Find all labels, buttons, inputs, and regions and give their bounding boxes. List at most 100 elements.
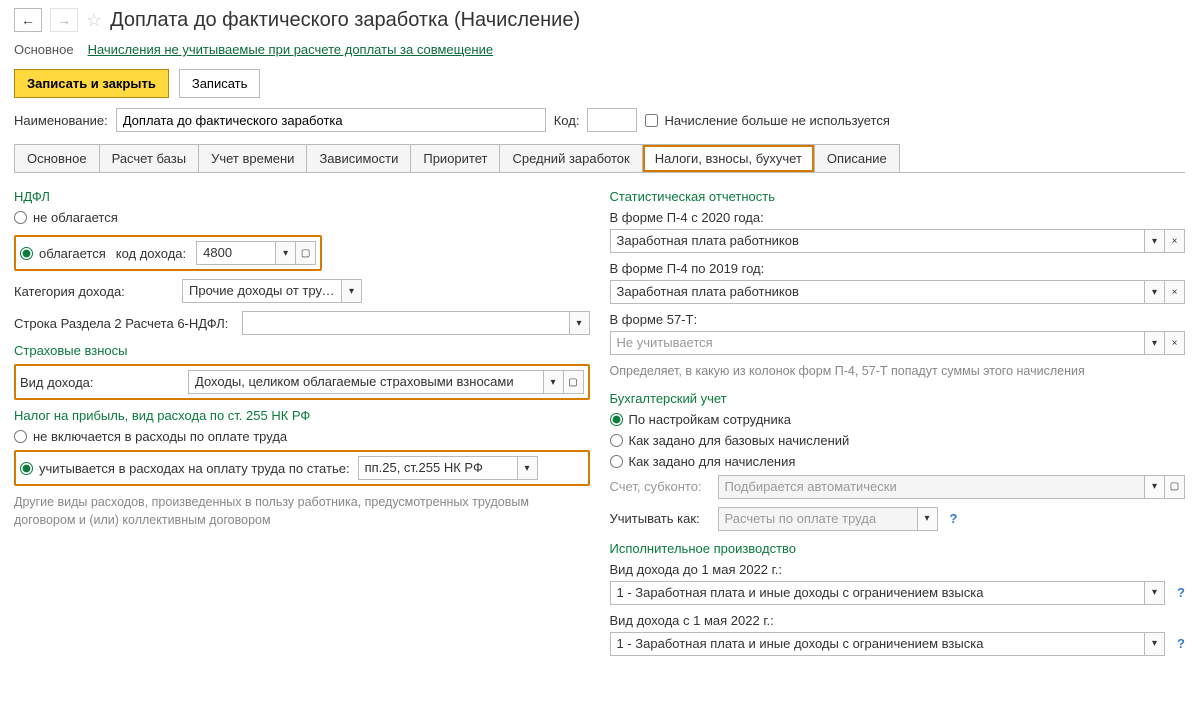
other-expense-note: Другие виды расходов, произведенных в по… [14, 494, 590, 529]
insurance-kind-label: Вид дохода: [20, 375, 180, 390]
tab-time[interactable]: Учет времени [198, 144, 307, 172]
help-icon[interactable]: ? [1177, 585, 1185, 600]
dropdown-icon: ▾ [1144, 476, 1164, 498]
save-button[interactable]: Записать [179, 69, 261, 98]
stat-title: Статистическая отчетность [610, 189, 1186, 204]
name-input[interactable] [116, 108, 546, 132]
toolbar-link[interactable]: Начисления не учитываемые при расчете до… [88, 42, 494, 57]
p4-2019-value: Заработная плата работников [611, 281, 1145, 303]
forward-button[interactable]: → [50, 8, 78, 32]
save-close-button[interactable]: Записать и закрыть [14, 69, 169, 98]
profit-not-included-radio[interactable] [14, 430, 27, 443]
back-button[interactable]: ← [14, 8, 42, 32]
code-label: Код: [554, 113, 580, 128]
toolbar-main[interactable]: Основное [14, 42, 74, 57]
ndfl-taxed-group: облагается код дохода: 4800 ▾ ▢ [14, 235, 322, 271]
income-cat-value: Прочие доходы от трудо [183, 280, 341, 302]
row6-label: Строка Раздела 2 Расчета 6-НДФЛ: [14, 316, 234, 331]
p4-2020-select[interactable]: Заработная плата работников ▾ × [610, 229, 1186, 253]
insurance-kind-select[interactable]: Доходы, целиком облагаемые страховыми вз… [188, 370, 584, 394]
insurance-kind-value: Доходы, целиком облагаемые страховыми вз… [189, 371, 543, 393]
income-code-value: 4800 [197, 242, 275, 264]
income-code-label: код дохода: [116, 246, 186, 261]
p4-2019-label: В форме П-4 по 2019 год: [610, 261, 1186, 276]
ndfl-not-taxed-label: не облагается [33, 210, 118, 225]
dropdown-icon[interactable]: ▾ [517, 457, 537, 479]
help-icon[interactable]: ? [1177, 636, 1185, 651]
ndfl-taxed-radio[interactable] [20, 247, 33, 260]
bu-by-accrual-radio[interactable] [610, 455, 623, 468]
ndfl-taxed-label: облагается [39, 246, 106, 261]
profit-article-select[interactable]: пп.25, ст.255 НК РФ ▾ [358, 456, 538, 480]
treat-value: Расчеты по оплате труда [719, 508, 917, 530]
profit-included-radio[interactable] [20, 462, 33, 475]
p4-2020-value: Заработная плата работников [611, 230, 1145, 252]
inc-after-value: 1 - Заработная плата и иные доходы с огр… [611, 633, 1145, 655]
dropdown-icon[interactable]: ▾ [1144, 281, 1164, 303]
f57t-select[interactable]: Не учитывается ▾ × [610, 331, 1186, 355]
acct-value: Подбирается автоматически [719, 476, 1145, 498]
open-icon[interactable]: ▢ [295, 242, 315, 264]
clear-icon[interactable]: × [1164, 332, 1184, 354]
not-used-label: Начисление больше не используется [664, 113, 889, 128]
profit-included-group: учитывается в расходах на оплату труда п… [14, 450, 590, 486]
income-cat-label: Категория дохода: [14, 284, 174, 299]
inc-before-label: Вид дохода до 1 мая 2022 г.: [610, 562, 1186, 577]
treat-select: Расчеты по оплате труда ▾ [718, 507, 938, 531]
insurance-title: Страховые взносы [14, 343, 590, 358]
tab-main[interactable]: Основное [14, 144, 100, 172]
inc-after-select[interactable]: 1 - Заработная плата и иные доходы с огр… [610, 632, 1166, 656]
f57t-value: Не учитывается [611, 332, 1145, 354]
f57t-label: В форме 57-Т: [610, 312, 1186, 327]
stat-note: Определяет, в какую из колонок форм П-4,… [610, 363, 1186, 381]
ndfl-not-taxed-radio[interactable] [14, 211, 27, 224]
dropdown-icon[interactable]: ▾ [1144, 332, 1164, 354]
profit-included-label: учитывается в расходах на оплату труда п… [39, 461, 350, 476]
inc-before-select[interactable]: 1 - Заработная плата и иные доходы с огр… [610, 581, 1166, 605]
name-label: Наименование: [14, 113, 108, 128]
dropdown-icon[interactable]: ▾ [569, 312, 589, 334]
profit-article-value: пп.25, ст.255 НК РФ [359, 457, 517, 479]
acct-select: Подбирается автоматически ▾ ▢ [718, 475, 1186, 499]
open-icon[interactable]: ▢ [563, 371, 583, 393]
open-icon: ▢ [1164, 476, 1184, 498]
dropdown-icon[interactable]: ▾ [275, 242, 295, 264]
bu-by-emp-label: По настройкам сотрудника [629, 412, 791, 427]
tab-avg[interactable]: Средний заработок [499, 144, 642, 172]
bu-by-accrual-label: Как задано для начисления [629, 454, 796, 469]
row6-value [243, 312, 569, 334]
tab-base[interactable]: Расчет базы [99, 144, 200, 172]
dropdown-icon[interactable]: ▾ [1144, 633, 1164, 655]
bu-by-emp-radio[interactable] [610, 413, 623, 426]
exec-title: Исполнительное производство [610, 541, 1186, 556]
bu-by-base-label: Как задано для базовых начислений [629, 433, 850, 448]
page-title: Доплата до фактического заработка (Начис… [110, 9, 580, 32]
tab-taxes[interactable]: Налоги, взносы, бухучет [642, 144, 815, 172]
tabs: Основное Расчет базы Учет времени Зависи… [14, 144, 1185, 173]
acct-label: Счет, субконто: [610, 479, 710, 494]
clear-icon[interactable]: × [1164, 281, 1184, 303]
bu-by-base-radio[interactable] [610, 434, 623, 447]
dropdown-icon[interactable]: ▾ [341, 280, 361, 302]
tab-desc[interactable]: Описание [814, 144, 900, 172]
treat-label: Учитывать как: [610, 511, 710, 526]
dropdown-icon: ▾ [917, 508, 937, 530]
inc-before-value: 1 - Заработная плата и иные доходы с огр… [611, 582, 1145, 604]
clear-icon[interactable]: × [1164, 230, 1184, 252]
code-input[interactable] [587, 108, 637, 132]
not-used-checkbox[interactable] [645, 114, 658, 127]
dropdown-icon[interactable]: ▾ [543, 371, 563, 393]
income-cat-select[interactable]: Прочие доходы от трудо ▾ [182, 279, 362, 303]
row6-select[interactable]: ▾ [242, 311, 590, 335]
insurance-kind-group: Вид дохода: Доходы, целиком облагаемые с… [14, 364, 590, 400]
help-icon[interactable]: ? [950, 511, 958, 526]
tab-priority[interactable]: Приоритет [410, 144, 500, 172]
tab-deps[interactable]: Зависимости [306, 144, 411, 172]
profit-title: Налог на прибыль, вид расхода по ст. 255… [14, 408, 590, 423]
dropdown-icon[interactable]: ▾ [1144, 230, 1164, 252]
favorite-icon[interactable]: ☆ [86, 10, 102, 31]
dropdown-icon[interactable]: ▾ [1144, 582, 1164, 604]
income-code-select[interactable]: 4800 ▾ ▢ [196, 241, 316, 265]
p4-2019-select[interactable]: Заработная плата работников ▾ × [610, 280, 1186, 304]
profit-not-included-label: не включается в расходы по оплате труда [33, 429, 287, 444]
